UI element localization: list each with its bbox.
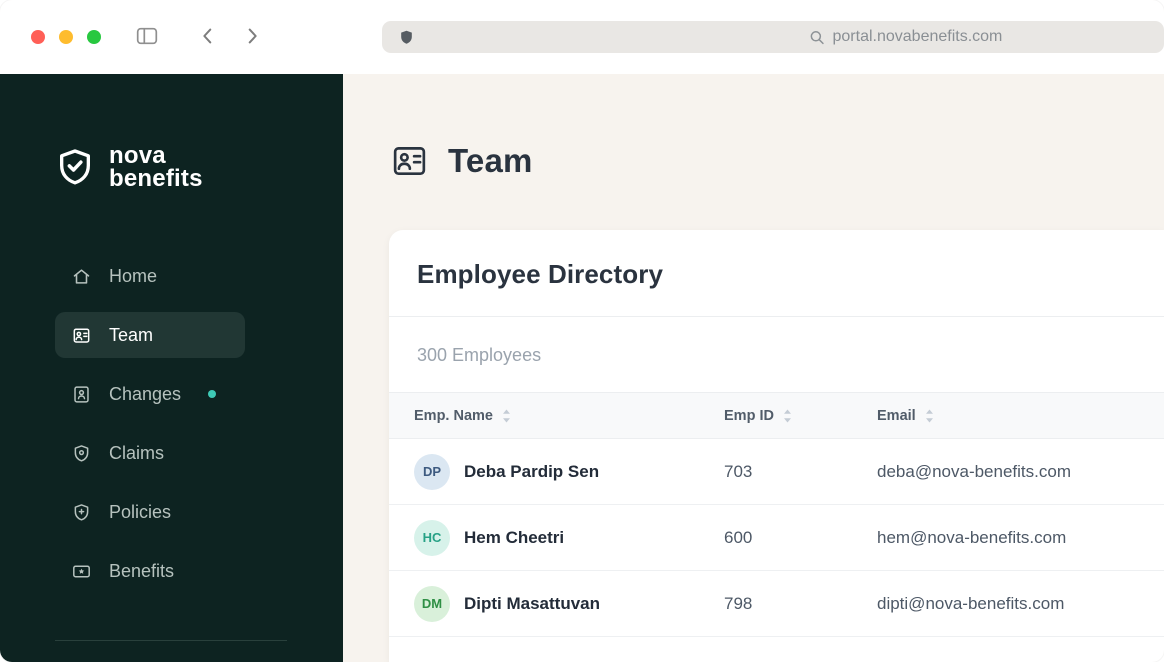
close-window-button[interactable] [31, 30, 45, 44]
search-icon [810, 30, 825, 45]
logo-wordmark: nova benefits [109, 144, 203, 192]
ticket-star-icon [70, 561, 92, 582]
avatar: DP [414, 453, 450, 490]
column-label: Emp ID [724, 407, 774, 424]
employee-email: deba@nova-benefits.com [877, 461, 1071, 481]
changes-notification-dot [208, 390, 217, 398]
table-body: DP Deba Pardip Sen 703 deba@nova-benefit… [389, 439, 1164, 637]
employee-directory-card: Employee Directory 300 Employees Emp. Na… [389, 230, 1164, 662]
employee-email: dipti@nova-benefits.com [877, 593, 1065, 613]
logo: nova benefits [55, 144, 343, 192]
employee-name: Dipti Masattuvan [464, 593, 601, 613]
forward-button[interactable] [241, 25, 263, 50]
logo-word-benefits: benefits [109, 165, 203, 192]
address-bar[interactable]: portal.novabenefits.com [382, 21, 1164, 53]
person-card-icon [70, 384, 92, 405]
sidebar-item-label: Policies [109, 501, 172, 522]
card-header: Employee Directory [389, 230, 1164, 317]
table-row[interactable]: HC Hem Cheetri 600 hem@nova-benefits.com [389, 505, 1164, 571]
sidebar-item-policies[interactable]: Policies [55, 489, 245, 535]
sidebar-item-label: Home [109, 265, 158, 286]
minimize-window-button[interactable] [59, 30, 73, 44]
employee-id: 798 [724, 593, 753, 613]
zoom-window-button[interactable] [87, 30, 101, 44]
sidebar-item-label: Changes [109, 383, 182, 404]
table-header-row: Emp. Name Emp ID Email [389, 392, 1164, 439]
table-row[interactable]: DP Deba Pardip Sen 703 deba@nova-benefit… [389, 439, 1164, 505]
team-badge-icon [389, 140, 430, 181]
home-icon [70, 266, 92, 287]
employee-name: Deba Pardip Sen [464, 461, 600, 481]
sidebar-toggle-icon [135, 24, 159, 51]
card-title: Employee Directory [417, 259, 664, 289]
sidebar-item-team[interactable]: Team [55, 312, 245, 358]
browser-window: portal.novabenefits.com nova benefits Ho… [0, 0, 1164, 662]
table-row[interactable]: DM Dipti Masattuvan 798 dipti@nova-benef… [389, 571, 1164, 637]
sidebar-nav: Home Team Changes Claims Policies Benefi… [0, 253, 343, 594]
address-bar-content: portal.novabenefits.com [810, 28, 1003, 46]
page-header: Team [389, 140, 1164, 181]
logo-shield-icon [55, 146, 95, 188]
chevron-left-icon [197, 25, 219, 50]
avatar: HC [414, 519, 450, 556]
id-badge-icon [70, 325, 92, 346]
sidebar-item-benefits[interactable]: Benefits [55, 548, 245, 594]
sidebar: nova benefits Home Team Changes Claims P… [0, 74, 343, 662]
employee-name: Hem Cheetri [464, 527, 565, 547]
sidebar-divider [55, 640, 287, 641]
sidebar-item-claims[interactable]: Claims [55, 430, 245, 476]
sidebar-item-label: Team [109, 324, 154, 345]
sidebar-item-changes[interactable]: Changes [55, 371, 245, 417]
shield-plus-icon [70, 502, 92, 523]
browser-chrome: portal.novabenefits.com [0, 0, 1164, 74]
chevron-right-icon [241, 25, 263, 50]
sidebar-item-home[interactable]: Home [55, 253, 245, 299]
name-cell: DM Dipti Masattuvan [414, 585, 724, 622]
page-title: Team [448, 141, 533, 179]
column-header-email[interactable]: Email [877, 408, 1164, 424]
employee-email: hem@nova-benefits.com [877, 527, 1067, 547]
sort-icon [925, 409, 934, 423]
back-button[interactable] [197, 25, 219, 50]
sort-icon [783, 409, 792, 423]
column-label: Email [877, 407, 916, 424]
sidebar-item-label: Benefits [109, 560, 175, 581]
column-label: Emp. Name [414, 407, 493, 424]
url-text: portal.novabenefits.com [832, 28, 1003, 45]
name-cell: DP Deba Pardip Sen [414, 453, 724, 490]
employee-count-row: 300 Employees [389, 317, 1164, 392]
employee-id: 600 [724, 527, 753, 547]
window-controls [31, 30, 101, 44]
column-header-emp-name[interactable]: Emp. Name [414, 408, 724, 424]
sort-icon [502, 409, 511, 423]
shield-dot-icon [70, 443, 92, 464]
privacy-shield-icon [398, 28, 415, 47]
employee-id: 703 [724, 461, 753, 481]
main-content: Team Employee Directory 300 Employees Em… [343, 74, 1164, 662]
column-header-emp-id[interactable]: Emp ID [724, 408, 877, 424]
employee-count: 300 Employees [417, 345, 542, 365]
name-cell: HC Hem Cheetri [414, 519, 724, 556]
avatar: DM [414, 585, 450, 622]
sidebar-item-label: Claims [109, 442, 165, 463]
sidebar-toggle-button[interactable] [135, 24, 159, 51]
